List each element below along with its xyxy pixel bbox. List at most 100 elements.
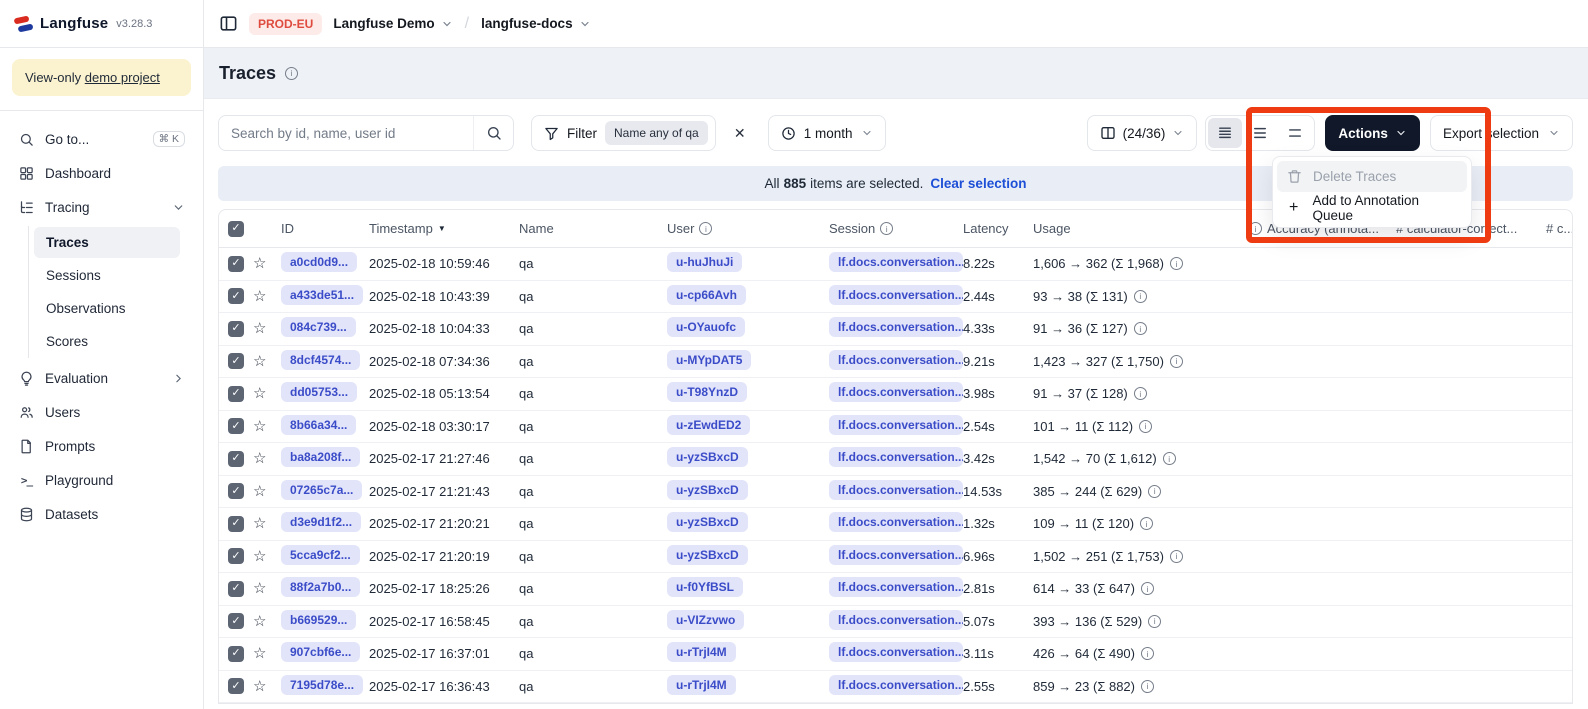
star-icon[interactable] (253, 288, 266, 305)
row-checkbox[interactable] (228, 483, 244, 499)
sidebar-item-goto[interactable]: Go to... ⌘ K (10, 122, 193, 156)
info-icon[interactable] (1141, 647, 1154, 660)
header-id[interactable]: ID (281, 221, 369, 236)
filter-button[interactable]: Filter Name any of qa (531, 115, 716, 151)
trace-id-badge[interactable]: ba8a208f... (281, 447, 360, 467)
trace-id-badge[interactable]: dd05753... (281, 382, 357, 402)
sidebar-item-prompts[interactable]: Prompts (10, 429, 193, 463)
star-icon[interactable] (253, 548, 266, 565)
sidebar-item-tracing[interactable]: Tracing (10, 190, 193, 224)
table-row[interactable]: a433de51... 2025-02-18 10:43:39 qa u-cp6… (219, 281, 1572, 314)
star-icon[interactable] (253, 580, 266, 597)
row-checkbox[interactable] (228, 353, 244, 369)
table-row[interactable]: 7195d78e... 2025-02-17 16:36:43 qa u-rTr… (219, 671, 1572, 704)
time-range-button[interactable]: 1 month (768, 115, 886, 151)
star-icon[interactable] (253, 450, 266, 467)
info-icon[interactable] (1139, 420, 1152, 433)
user-badge[interactable]: u-huJhuJi (667, 252, 742, 272)
row-height-medium-button[interactable] (1243, 118, 1277, 148)
user-badge[interactable]: u-f0YfBSL (667, 577, 743, 597)
row-height-small-button[interactable] (1208, 118, 1242, 148)
info-icon[interactable] (1140, 517, 1153, 530)
table-row[interactable]: 907cbf6e... 2025-02-17 16:37:01 qa u-rTr… (219, 638, 1572, 671)
trace-id-badge[interactable]: a433de51... (281, 285, 363, 305)
org-breadcrumb[interactable]: Langfuse Demo (333, 16, 452, 31)
table-row[interactable]: 8dcf4574... 2025-02-18 07:34:36 qa u-MYp… (219, 346, 1572, 379)
row-checkbox[interactable] (228, 288, 244, 304)
table-row[interactable]: 5cca9cf2... 2025-02-17 21:20:19 qa u-yzS… (219, 541, 1572, 574)
sidebar-item-sessions[interactable]: Sessions (34, 260, 180, 291)
session-badge[interactable]: lf.docs.conversation... (829, 610, 963, 630)
user-badge[interactable]: u-VIZzvwo (667, 610, 744, 630)
table-row[interactable]: b669529... 2025-02-17 16:58:45 qa u-VIZz… (219, 606, 1572, 639)
trace-id-badge[interactable]: 084c739... (281, 317, 356, 337)
star-icon[interactable] (253, 645, 266, 662)
user-badge[interactable]: u-zEwdED2 (667, 415, 750, 435)
select-all-checkbox[interactable] (228, 221, 244, 237)
star-icon[interactable] (253, 483, 266, 500)
user-badge[interactable]: u-MYpDAT5 (667, 350, 751, 370)
header-latency[interactable]: Latency (963, 221, 1033, 236)
session-badge[interactable]: lf.docs.conversation... (829, 545, 963, 565)
table-row[interactable]: 88f2a7b0... 2025-02-17 18:25:26 qa u-f0Y… (219, 573, 1572, 606)
session-badge[interactable]: lf.docs.conversation... (829, 252, 963, 272)
session-badge[interactable]: lf.docs.conversation... (829, 447, 963, 467)
row-height-large-button[interactable] (1278, 118, 1312, 148)
table-row[interactable]: dd05753... 2025-02-18 05:13:54 qa u-T98Y… (219, 378, 1572, 411)
info-icon[interactable] (1141, 582, 1154, 595)
header-session[interactable]: Session (829, 221, 963, 236)
trace-id-badge[interactable]: a0cd0d9... (281, 252, 357, 272)
sidebar-item-scores[interactable]: Scores (34, 326, 180, 357)
actions-button[interactable]: Actions (1325, 115, 1420, 151)
star-icon[interactable] (253, 515, 266, 532)
trace-id-badge[interactable]: 88f2a7b0... (281, 577, 360, 597)
table-row[interactable]: d3e9d1f2... 2025-02-17 21:20:21 qa u-yzS… (219, 508, 1572, 541)
session-badge[interactable]: lf.docs.conversation... (829, 642, 963, 662)
sidebar-item-observations[interactable]: Observations (34, 293, 180, 324)
search-icon[interactable] (473, 116, 513, 150)
trace-id-badge[interactable]: b669529... (281, 610, 356, 630)
trace-id-badge[interactable]: 7195d78e... (281, 675, 363, 695)
star-icon[interactable] (253, 320, 266, 337)
table-row[interactable]: 8b66a34... 2025-02-18 03:30:17 qa u-zEwd… (219, 411, 1572, 444)
header-score-truncated[interactable]: # c... (1546, 221, 1572, 236)
user-badge[interactable]: u-OYauofc (667, 317, 745, 337)
clear-selection-link[interactable]: Clear selection (930, 176, 1026, 191)
table-row[interactable]: 07265c7a... 2025-02-17 21:21:43 qa u-yzS… (219, 476, 1572, 509)
session-badge[interactable]: lf.docs.conversation... (829, 415, 963, 435)
info-icon[interactable] (1170, 257, 1183, 270)
info-icon[interactable] (1170, 550, 1183, 563)
user-badge[interactable]: u-yzSBxcD (667, 512, 748, 532)
user-badge[interactable]: u-rTrjI4M (667, 642, 736, 662)
trace-id-badge[interactable]: d3e9d1f2... (281, 512, 361, 532)
sidebar-item-evaluation[interactable]: Evaluation (10, 361, 193, 395)
info-icon[interactable] (1134, 322, 1147, 335)
user-badge[interactable]: u-yzSBxcD (667, 480, 748, 500)
session-badge[interactable]: lf.docs.conversation... (829, 285, 963, 305)
user-badge[interactable]: u-cp66Avh (667, 285, 746, 305)
sidebar-item-traces[interactable]: Traces (34, 227, 180, 258)
trace-id-badge[interactable]: 8b66a34... (281, 415, 356, 435)
header-name[interactable]: Name (519, 221, 667, 236)
user-badge[interactable]: u-yzSBxcD (667, 447, 748, 467)
trace-id-badge[interactable]: 07265c7a... (281, 480, 362, 500)
menu-item-add-to-annotation-queue[interactable]: + Add to Annotation Queue (1277, 192, 1467, 223)
session-badge[interactable]: lf.docs.conversation... (829, 317, 963, 337)
row-checkbox[interactable] (228, 386, 244, 402)
star-icon[interactable] (253, 418, 266, 435)
sidebar-item-playground[interactable]: >_ Playground (10, 463, 193, 497)
star-icon[interactable] (253, 255, 266, 272)
row-checkbox[interactable] (228, 516, 244, 532)
info-icon[interactable] (1148, 615, 1161, 628)
info-icon[interactable] (1134, 387, 1147, 400)
menu-item-delete-traces[interactable]: Delete Traces (1277, 161, 1467, 192)
row-checkbox[interactable] (228, 548, 244, 564)
header-user[interactable]: User (667, 221, 829, 236)
sidebar-item-users[interactable]: Users (10, 395, 193, 429)
row-checkbox[interactable] (228, 613, 244, 629)
columns-button[interactable]: (24/36) (1087, 115, 1198, 151)
user-badge[interactable]: u-yzSBxcD (667, 545, 748, 565)
trace-id-badge[interactable]: 8dcf4574... (281, 350, 360, 370)
panel-left-toggle-icon[interactable] (219, 14, 238, 33)
table-row[interactable]: 084c739... 2025-02-18 10:04:33 qa u-OYau… (219, 313, 1572, 346)
